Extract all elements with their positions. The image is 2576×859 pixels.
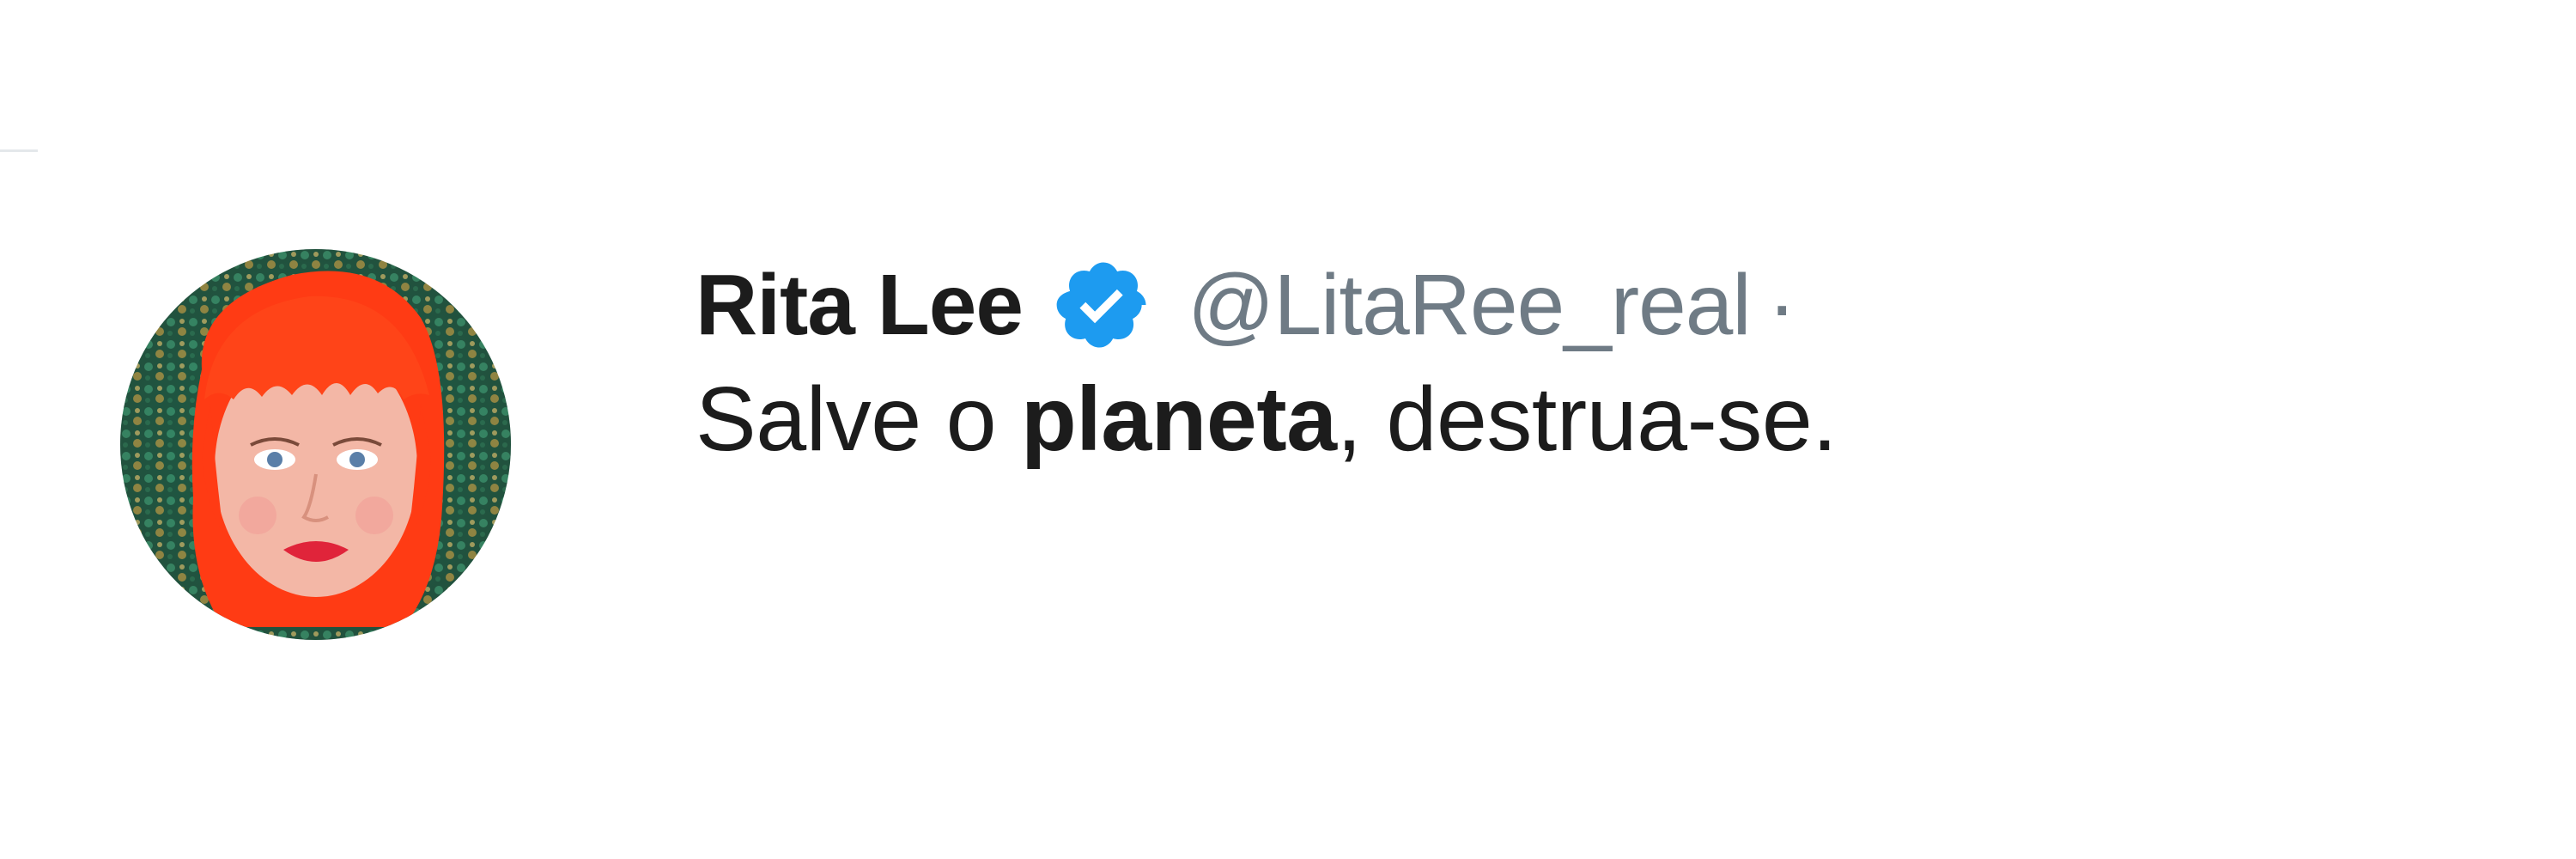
tweet[interactable]: Rita Lee @LitaRee_real · Salve o planeta…	[120, 249, 1838, 640]
tweet-text-part2: , destrua-se.	[1336, 369, 1838, 470]
avatar-image	[120, 249, 511, 640]
tweet-header: Rita Lee @LitaRee_real ·	[696, 249, 1837, 361]
divider	[0, 149, 38, 152]
tweet-content: Rita Lee @LitaRee_real · Salve o planeta…	[696, 249, 1838, 472]
tweet-text-bold: planeta	[1021, 369, 1337, 470]
user-handle[interactable]: @LitaRee_real	[1188, 256, 1752, 355]
verified-badge-icon	[1054, 255, 1153, 355]
display-name[interactable]: Rita Lee	[696, 256, 1024, 355]
tweet-text: Salve o planeta, destrua-se.	[696, 368, 1838, 472]
tweet-text-part1: Salve o	[696, 369, 1022, 470]
avatar[interactable]	[120, 249, 511, 640]
separator-dot: ·	[1767, 256, 1796, 353]
tweet-screenshot: Rita Lee @LitaRee_real · Salve o planeta…	[0, 0, 2576, 859]
